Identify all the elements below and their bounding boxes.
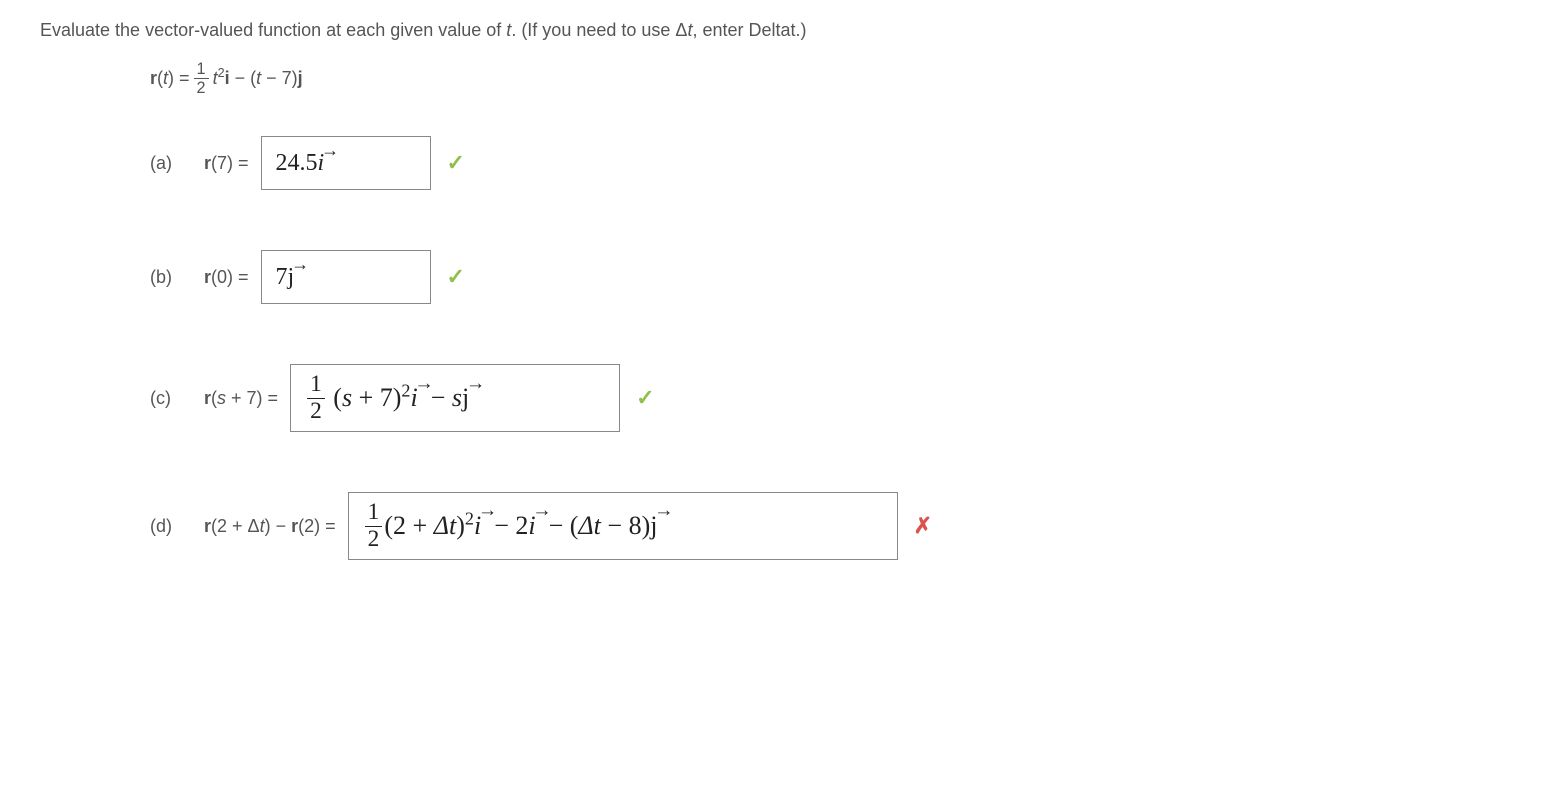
cross-icon: ✗ [914,513,932,539]
part-a-label: (a) [150,153,180,174]
fn-seven: 7 [282,68,292,88]
part-c-label: (c) [150,388,180,409]
answer-b-vec: j [288,264,295,291]
check-icon: ✓ [447,264,465,290]
part-b-prefix: r(0) = [204,267,249,288]
function-definition: r(t) = 1 2 t2i − (t − 7)j [150,61,1508,96]
part-d-label: (d) [150,516,180,537]
question-text: Evaluate the vector-valued function at e… [40,20,1508,41]
answer-box-c[interactable]: 1 2 (s + 7)2i − sj [290,364,620,432]
fn-frac-num: 1 [194,61,209,79]
check-icon: ✓ [447,150,465,176]
part-c: (c) r(s + 7) = 1 2 (s + 7)2i − sj ✓ [150,364,1508,432]
fn-t: t [163,68,168,88]
part-b-label: (b) [150,267,180,288]
part-c-prefix: r(s + 7) = [204,388,278,409]
check-icon: ✓ [636,385,654,411]
part-d: (d) r(2 + Δt) − r(2) = 1 2 (2 + Δt)2i − … [150,492,1508,560]
part-a-prefix: r(7) = [204,153,249,174]
part-d-prefix: r(2 + Δt) − r(2) = [204,516,336,537]
answer-a-vec: i [318,150,325,177]
q-text-3: , enter Deltat.) [692,20,806,40]
fn-i: i [225,68,230,88]
part-a: (a) r(7) = 24.5i ✓ [150,136,1508,190]
answer-a-num: 24.5 [276,150,318,177]
answer-box-a[interactable]: 24.5i [261,136,431,190]
q-text-2: . (If you need to use Δ [511,20,687,40]
fn-j: j [298,68,303,88]
q-text-1: Evaluate the vector-valued function at e… [40,20,506,40]
part-b: (b) r(0) = 7j ✓ [150,250,1508,304]
fn-r: r [150,68,157,88]
answer-b-num: 7 [276,264,288,291]
answer-box-d[interactable]: 1 2 (2 + Δt)2i − 2i − (Δt − 8)j [348,492,898,560]
fn-frac-den: 2 [197,79,206,96]
fn-tvar2: t [256,68,261,88]
answer-box-b[interactable]: 7j [261,250,431,304]
